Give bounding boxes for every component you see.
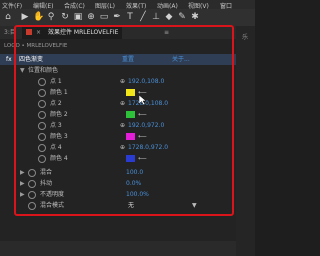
pan-behind-icon[interactable]: ⊕ bbox=[86, 12, 96, 22]
rotate-icon[interactable]: ↻ bbox=[60, 12, 70, 22]
brush-icon[interactable]: ╱ bbox=[138, 12, 148, 22]
eraser-icon[interactable]: ◆ bbox=[164, 12, 174, 22]
highlight-frame bbox=[14, 25, 234, 216]
type-icon[interactable]: T bbox=[125, 12, 135, 22]
pen-icon[interactable]: ✒ bbox=[112, 12, 122, 22]
roto-icon[interactable]: ✎ bbox=[177, 12, 187, 22]
right-panel bbox=[236, 26, 255, 256]
camera-icon[interactable]: ▣ bbox=[73, 12, 83, 22]
stamp-icon[interactable]: ⊥ bbox=[151, 12, 161, 22]
cursor-icon bbox=[139, 95, 147, 105]
rectangle-icon[interactable]: ▭ bbox=[99, 12, 109, 22]
selection-icon[interactable]: ▶ bbox=[20, 12, 30, 22]
fx-icon: fx bbox=[6, 56, 12, 63]
hand-icon[interactable]: ✋ bbox=[33, 12, 44, 22]
zoom-icon[interactable]: ⚲ bbox=[46, 12, 56, 22]
right-panel-label: 乐 bbox=[242, 34, 249, 41]
bottom-panel bbox=[0, 241, 236, 256]
menu-bar: 文件(F) 编辑(E) 合成(C) 图层(L) 效果(T) 动画(A) 视图(V… bbox=[0, 0, 255, 10]
home-icon[interactable]: ⌂ bbox=[3, 12, 13, 22]
puppet-icon[interactable]: ✱ bbox=[190, 12, 200, 22]
